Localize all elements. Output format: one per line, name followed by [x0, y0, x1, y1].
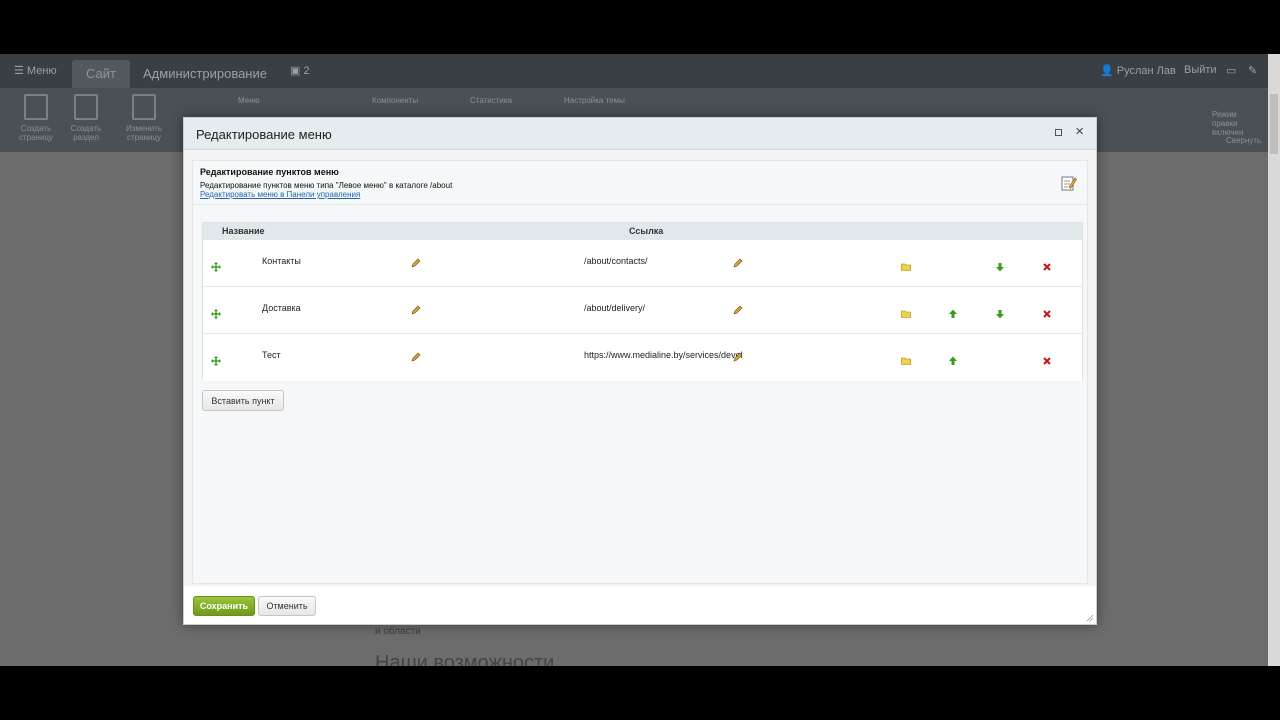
folder-icon[interactable] — [901, 262, 911, 272]
arrow-down-icon[interactable] — [995, 309, 1005, 319]
maximize-icon[interactable] — [1055, 129, 1062, 136]
edit-page-button[interactable]: Изменить страницу — [124, 94, 164, 142]
toolbar-components[interactable]: Компоненты — [372, 96, 418, 105]
create-section-label: Создать раздел — [70, 124, 102, 142]
scrollbar-thumb[interactable] — [1270, 94, 1278, 154]
create-section-button[interactable]: Создать раздел — [66, 94, 106, 142]
table-row: Тест https://www.medialine.by/services/d… — [203, 334, 1082, 381]
toolbar-statistics[interactable]: Статистика — [470, 96, 512, 105]
page-edit-icon — [132, 94, 156, 120]
tab-administration[interactable]: Администрирование — [140, 60, 270, 88]
logout-link[interactable]: Выйти — [1184, 64, 1217, 76]
admin-menu-button[interactable]: ☰ Меню — [14, 64, 57, 77]
pencil-icon[interactable] — [411, 258, 421, 268]
pin-icon[interactable]: ✎ — [1248, 64, 1257, 77]
collapse-toolbar-button[interactable]: Свернуть — [1226, 136, 1261, 145]
item-link: https://www.medialine.by/services/develo — [584, 350, 742, 360]
save-button[interactable]: Сохранить — [193, 596, 255, 616]
delete-icon[interactable] — [1042, 309, 1052, 319]
table-row: Доставка /about/delivery/ — [203, 287, 1082, 334]
arrow-down-icon[interactable] — [995, 262, 1005, 272]
pencil-icon[interactable] — [411, 352, 421, 362]
tab-site[interactable]: Сайт — [72, 60, 130, 88]
item-name: Контакты — [262, 256, 301, 266]
settings-icon[interactable]: ▭ — [1226, 64, 1236, 77]
folder-add-icon — [74, 94, 98, 120]
folder-icon[interactable] — [901, 309, 911, 319]
info-description: Редактирование пунктов меню типа "Левое … — [200, 181, 453, 190]
resize-grip-icon[interactable] — [1086, 614, 1094, 622]
menu-items-table: Название Ссылка Контакты /about/contacts… — [202, 222, 1083, 381]
item-name: Тест — [262, 350, 281, 360]
delete-icon[interactable] — [1042, 262, 1052, 272]
column-header-name: Название — [222, 226, 265, 236]
dialog-body: Редактирование пунктов меню Редактирован… — [192, 160, 1088, 584]
dialog-footer: Сохранить Отменить — [184, 586, 1096, 624]
edit-mode-label: Режим правки включен — [1212, 110, 1244, 137]
drag-handle-icon[interactable] — [211, 262, 221, 272]
admin-menu-label: Меню — [26, 65, 57, 77]
pencil-icon[interactable] — [733, 258, 743, 268]
user-icon: 👤 — [1100, 65, 1114, 77]
delete-icon[interactable] — [1042, 356, 1052, 366]
background-heading: Наши возможности — [375, 652, 555, 666]
cancel-button[interactable]: Отменить — [258, 596, 316, 616]
notifications-count: 2 — [303, 65, 310, 77]
pencil-icon[interactable] — [733, 305, 743, 315]
edit-menu-dialog: Редактирование меню × Редактирование пун… — [183, 117, 1097, 625]
table-row: Контакты /about/contacts/ — [203, 240, 1082, 287]
scrollbar[interactable] — [1268, 54, 1280, 666]
dialog-title: Редактирование меню — [196, 127, 332, 142]
page-add-icon — [24, 94, 48, 120]
user-button[interactable]: 👤 Руслан Лав — [1100, 64, 1176, 77]
arrow-up-icon[interactable] — [948, 309, 958, 319]
browser-viewport: ☰ Меню Сайт Администрирование ▣ 2 👤 Русл… — [0, 54, 1280, 666]
item-link: /about/delivery/ — [584, 303, 646, 313]
user-name: Руслан Лав — [1116, 65, 1176, 77]
info-panel: Редактирование пунктов меню Редактирован… — [193, 161, 1087, 205]
toolbar-theme-settings[interactable]: Настройка темы — [564, 96, 625, 105]
item-name: Доставка — [262, 303, 301, 313]
insert-item-button[interactable]: Вставить пункт — [202, 390, 284, 411]
notifications-icon: ▣ — [290, 65, 301, 77]
drag-handle-icon[interactable] — [211, 309, 221, 319]
pencil-icon[interactable] — [733, 352, 743, 362]
create-page-button[interactable]: Создать страницу — [16, 94, 56, 142]
create-page-label: Создать страницу — [18, 124, 54, 142]
admin-bar: ☰ Меню Сайт Администрирование ▣ 2 👤 Русл… — [0, 54, 1268, 88]
background-text: и области — [375, 626, 421, 637]
control-panel-link[interactable]: Редактировать меню в Панели управления — [200, 190, 360, 199]
notifications-button[interactable]: ▣ 2 — [290, 64, 310, 77]
column-header-link: Ссылка — [629, 226, 664, 236]
table-header: Название Ссылка — [203, 223, 1082, 240]
pencil-icon[interactable] — [411, 305, 421, 315]
edit-page-label: Изменить страницу — [125, 124, 163, 142]
toolbar-menu[interactable]: Меню — [238, 96, 260, 105]
folder-icon[interactable] — [901, 356, 911, 366]
drag-handle-icon[interactable] — [211, 356, 221, 366]
item-link: /about/contacts/ — [584, 256, 648, 266]
notepad-edit-icon — [1061, 176, 1077, 191]
arrow-up-icon[interactable] — [948, 356, 958, 366]
info-title: Редактирование пунктов меню — [200, 167, 339, 177]
close-icon[interactable]: × — [1075, 123, 1084, 140]
dialog-header[interactable]: Редактирование меню × — [184, 118, 1096, 150]
